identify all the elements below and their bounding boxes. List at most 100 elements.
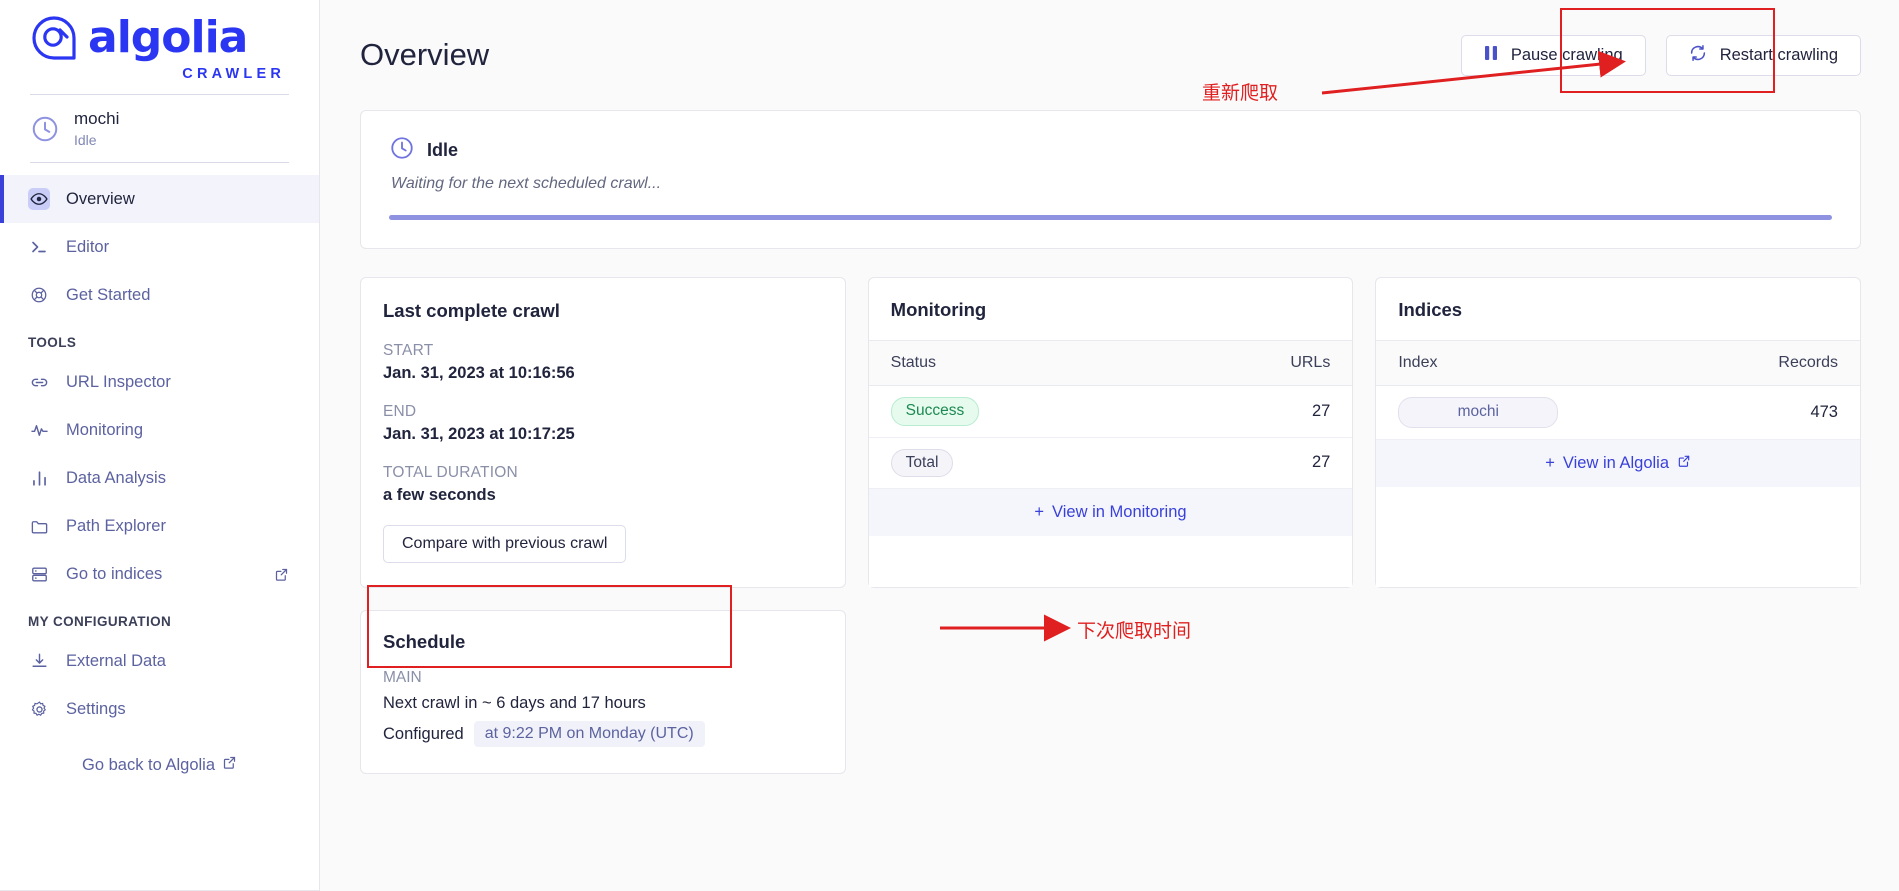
view-in-algolia-label: View in Algolia [1562,453,1670,472]
activity-icon [28,419,50,441]
next-crawl-text: Next crawl in ~ 6 days and 17 hours [383,694,646,712]
sidebar-item-monitoring[interactable]: Monitoring [0,406,319,454]
last-complete-crawl-card: Last complete crawl START Jan. 31, 2023 … [360,277,846,588]
bar-chart-icon [28,467,50,489]
status-subtitle: Waiting for the next scheduled crawl... [391,175,662,192]
sidebar-item-label: Settings [66,699,126,718]
sidebar-item-overview[interactable]: Overview [0,175,319,224]
clock-icon [30,114,60,144]
crawl-status-card: Idle Waiting for the next scheduled craw… [360,110,1861,249]
crawler-status: Idle [74,132,97,149]
table-row: Total 27 [868,438,1353,490]
view-in-monitoring-label: View in Monitoring [1052,503,1187,522]
end-label: END [383,403,417,420]
app-root: algolia CRAWLER mochi Idle Overview Edit… [0,0,1899,891]
sidebar-item-label: Get Started [66,285,151,304]
card-title: Schedule [383,631,466,652]
crawl-progress-bar [389,215,1832,220]
crawler-name: mochi [74,109,120,128]
urls-value: 27 [1311,453,1331,472]
page-header: Overview Pause crawling Restart crawling [320,0,1899,110]
gear-icon [28,698,50,720]
sidebar-item-path-explorer[interactable]: Path Explorer [0,502,319,550]
external-link-icon [274,567,289,582]
records-value: 473 [1810,402,1838,421]
indices-table-header: Index Records [1376,340,1860,386]
page-title: Overview [360,37,490,72]
sidebar-item-editor[interactable]: Editor [0,223,319,271]
sidebar-section-tools: TOOLS [28,335,77,351]
header-actions: Pause crawling Restart crawling [1460,34,1861,76]
plus-icon: + [1034,503,1045,522]
restart-crawling-button[interactable]: Restart crawling [1665,34,1861,76]
go-back-to-algolia-link[interactable]: Go back to Algolia [82,755,237,775]
schedule-wrap: Schedule MAIN Next crawl in ~ 6 days and… [360,610,846,774]
sidebar-item-url-inspector[interactable]: URL Inspector [0,358,319,406]
card-filler [1376,486,1860,587]
status-badge: Success [890,397,980,426]
duration-label: TOTAL DURATION [383,464,518,481]
monitoring-card: Monitoring Status URLs Success 27 Total … [867,277,1354,588]
column-header-records: Records [1778,354,1838,371]
compare-with-previous-crawl-button[interactable]: Compare with previous crawl [383,525,627,563]
status-title: Idle [427,140,459,160]
table-row: mochi 473 [1376,386,1860,440]
urls-value: 27 [1311,401,1331,420]
folder-icon [28,515,50,537]
configured-row: Configured at 9:22 PM on Monday (UTC) [383,721,823,747]
status-badge: Total [890,448,954,478]
schedule-details: MAIN Next crawl in ~ 6 days and 17 hours… [383,667,823,751]
pause-crawling-label: Pause crawling [1510,45,1623,64]
table-row: Success 27 [868,386,1353,438]
plus-icon: + [1545,453,1555,472]
sidebar-item-label: URL Inspector [66,372,171,391]
pause-crawling-button[interactable]: Pause crawling [1460,34,1646,76]
algolia-logo-icon [30,14,78,62]
duration-value: a few seconds [383,486,496,504]
go-back-label: Go back to Algolia [82,755,215,774]
view-in-algolia-link[interactable]: + View in Algolia [1376,439,1860,487]
view-in-monitoring-link[interactable]: + View in Monitoring [868,489,1353,537]
sidebar-item-label: Monitoring [66,420,144,439]
column-header-urls: URLs [1290,354,1331,371]
sidebar-nav: Overview Editor Get Started TOOLS URL In… [0,175,319,775]
external-link-icon [222,755,237,775]
summary-cards: Last complete crawl START Jan. 31, 2023 … [360,277,1861,588]
sidebar-item-settings[interactable]: Settings [0,685,319,733]
sidebar-item-label: Overview [66,189,135,208]
clock-icon [389,135,415,166]
refresh-icon [1689,44,1707,67]
schedule-card: Schedule MAIN Next crawl in ~ 6 days and… [360,610,846,774]
configured-label: Configured [383,724,464,743]
brand-logo[interactable]: algolia CRAWLER [0,0,319,82]
start-label: START [383,342,434,359]
indices-card: Indices Index Records mochi 473 + View i… [1375,277,1861,588]
sidebar-item-go-to-indices[interactable]: Go to indices [0,550,319,598]
divider [30,162,289,164]
card-title: Indices [1398,299,1463,320]
brand-subtitle: CRAWLER [182,66,285,82]
sidebar-item-get-started[interactable]: Get Started [0,271,319,319]
lifebuoy-icon [28,284,50,306]
index-badge[interactable]: mochi [1398,397,1559,428]
annotation-schedule-note: 下次爬取时间 [1077,620,1192,642]
sidebar-section-my-configuration: MY CONFIGURATION [28,614,172,630]
start-value: Jan. 31, 2023 at 10:16:56 [383,364,575,382]
schedule-main-label: MAIN [383,669,422,686]
database-icon [28,563,50,585]
sidebar: algolia CRAWLER mochi Idle Overview Edit… [0,0,320,891]
download-icon [28,650,50,672]
card-title: Monitoring [890,299,987,320]
column-header-status: Status [890,354,937,371]
sidebar-item-label: Path Explorer [66,516,166,535]
configured-value: at 9:22 PM on Monday (UTC) [473,721,705,747]
main-content: Overview Pause crawling Restart crawling… [320,0,1899,891]
brand-name: algolia [88,12,248,63]
sidebar-item-data-analysis[interactable]: Data Analysis [0,454,319,502]
column-header-index: Index [1398,354,1438,371]
pause-icon [1484,45,1498,66]
crawler-selector[interactable]: mochi Idle [0,95,319,162]
sidebar-item-label: Data Analysis [66,468,166,487]
sidebar-item-external-data[interactable]: External Data [0,637,319,685]
sidebar-item-label: External Data [66,651,166,670]
